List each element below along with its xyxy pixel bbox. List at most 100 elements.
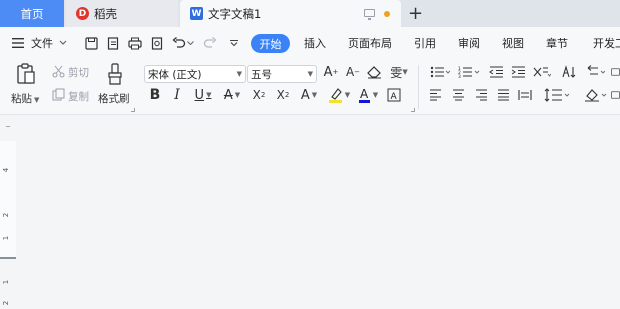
menu-bar: 文件 开始 插入 页面布局 引用 审阅 视图 章节 开发工 bbox=[0, 27, 620, 59]
svg-text:3: 3 bbox=[458, 74, 461, 78]
font-name-select[interactable]: 宋体 (正文) ▼ bbox=[144, 65, 246, 83]
svg-text:A: A bbox=[360, 87, 369, 101]
menu-tab-view[interactable]: 视图 bbox=[502, 27, 524, 59]
paste-label: 粘贴 bbox=[11, 93, 32, 105]
grow-font-icon[interactable]: A + bbox=[323, 64, 339, 80]
menu-tab-insert-label: 插入 bbox=[304, 37, 326, 50]
menu-tab-review-label: 审阅 bbox=[458, 37, 480, 50]
cut-label[interactable]: 剪切 bbox=[68, 65, 89, 80]
scissors-icon[interactable] bbox=[51, 64, 65, 78]
bullet-list-icon[interactable] bbox=[429, 65, 451, 79]
font-size-value: 五号 bbox=[251, 68, 272, 81]
numbered-list-icon[interactable]: 123 bbox=[457, 65, 481, 79]
ruler-margin-marker[interactable] bbox=[0, 257, 16, 259]
ruler-tick bbox=[6, 126, 10, 127]
ruler-number: 4 bbox=[2, 167, 11, 173]
ruler-number: 2 bbox=[2, 212, 11, 218]
menu-tab-start[interactable]: 开始 bbox=[251, 34, 290, 53]
new-tab-plus-icon[interactable]: + bbox=[408, 3, 423, 24]
tab-home[interactable]: 首页 bbox=[0, 0, 64, 27]
format-painter-icon[interactable] bbox=[105, 62, 125, 86]
save-icon[interactable] bbox=[84, 36, 98, 50]
subscript-icon[interactable]: X2 bbox=[274, 87, 292, 103]
menu-tab-developer-label: 开发工 bbox=[593, 37, 620, 50]
justify-icon[interactable] bbox=[495, 87, 511, 103]
menu-tab-references[interactable]: 引用 bbox=[414, 27, 436, 59]
title-tab-bar: 首页 D 稻壳 W 文字文稿1 + bbox=[0, 0, 620, 27]
font-launcher-icon[interactable] bbox=[411, 108, 415, 112]
file-menu[interactable]: 文件 bbox=[12, 27, 67, 59]
export-pdf-icon[interactable] bbox=[106, 36, 120, 50]
copy-label[interactable]: 复制 bbox=[68, 89, 89, 104]
shading-icon[interactable] bbox=[583, 87, 609, 103]
align-left-icon[interactable] bbox=[427, 87, 443, 103]
menu-tab-insert[interactable]: 插入 bbox=[304, 27, 326, 59]
sort-icon[interactable] bbox=[560, 64, 578, 80]
menu-tab-page-layout[interactable]: 页面布局 bbox=[348, 27, 392, 59]
undo-icon[interactable] bbox=[172, 36, 186, 50]
menu-tab-page-layout-label: 页面布局 bbox=[348, 37, 392, 50]
menu-tab-developer[interactable]: 开发工 bbox=[593, 27, 620, 59]
clear-format-icon[interactable] bbox=[366, 64, 382, 80]
group-divider bbox=[418, 65, 419, 109]
redo-icon[interactable] bbox=[203, 36, 217, 50]
ruler-number: 1 bbox=[2, 235, 11, 241]
menu-tab-references-label: 引用 bbox=[414, 37, 436, 50]
vertical-ruler: 4 2 1 1 2 bbox=[0, 116, 16, 309]
chevron-down-icon bbox=[59, 40, 67, 45]
customize-toolbar-icon[interactable] bbox=[227, 36, 241, 50]
print-icon[interactable] bbox=[128, 36, 142, 50]
superscript-icon[interactable]: X2 bbox=[250, 87, 268, 103]
tab-daoke[interactable]: D 稻壳 bbox=[66, 0, 178, 27]
file-menu-label: 文件 bbox=[31, 37, 53, 50]
svg-text:A: A bbox=[391, 92, 398, 102]
shrink-font-icon[interactable]: A − bbox=[345, 64, 361, 80]
hamburger-icon bbox=[12, 38, 24, 48]
chinese-layout-icon[interactable] bbox=[532, 64, 552, 80]
document-canvas[interactable] bbox=[0, 116, 620, 309]
char-border-icon[interactable]: A bbox=[386, 87, 402, 103]
italic-icon[interactable]: I bbox=[170, 87, 184, 103]
copy-icon[interactable] bbox=[51, 87, 65, 101]
menu-tab-sections-label: 章节 bbox=[546, 37, 568, 50]
menu-tab-start-label: 开始 bbox=[259, 37, 282, 51]
font-name-value: 宋体 (正文) bbox=[148, 68, 202, 81]
wps-writer-icon: W bbox=[190, 7, 203, 20]
tab-daoke-label: 稻壳 bbox=[94, 6, 117, 21]
table-icon[interactable] bbox=[611, 64, 620, 80]
underline-icon[interactable]: U ▼ bbox=[192, 87, 214, 103]
format-painter-label[interactable]: 格式刷 bbox=[98, 91, 130, 106]
ruler-number: 2 bbox=[2, 300, 11, 306]
border-icon[interactable] bbox=[611, 87, 620, 103]
unsaved-dot-icon bbox=[384, 11, 390, 17]
text-effect-icon[interactable]: A ▼ bbox=[297, 87, 321, 103]
tab-document-label: 文字文稿1 bbox=[208, 6, 262, 21]
decrease-indent-icon[interactable] bbox=[488, 65, 504, 79]
ribbon-toolbar: 粘贴 ▼ 剪切 复制 格式刷 宋体 (正文) ▼ 五号 ▼ A + A − 雯 ▼ B I … bbox=[0, 59, 620, 164]
highlight-color-icon[interactable]: ▼ bbox=[326, 86, 352, 104]
align-right-icon[interactable] bbox=[473, 87, 489, 103]
font-size-select[interactable]: 五号 ▼ bbox=[247, 65, 317, 83]
font-color-icon[interactable]: A ▼ bbox=[356, 86, 380, 104]
undo-dropdown-icon[interactable] bbox=[186, 36, 194, 50]
tab-home-label: 首页 bbox=[20, 6, 44, 21]
print-preview-icon[interactable] bbox=[150, 36, 164, 50]
distributed-align-icon[interactable] bbox=[517, 87, 533, 103]
strikethrough-icon[interactable]: A ▼ bbox=[220, 87, 244, 103]
increase-indent-icon[interactable] bbox=[510, 65, 526, 79]
menu-tab-sections[interactable]: 章节 bbox=[546, 27, 568, 59]
show-marks-icon[interactable] bbox=[584, 64, 606, 80]
menu-tab-review[interactable]: 审阅 bbox=[458, 27, 480, 59]
ruler-number: 1 bbox=[2, 279, 11, 285]
paste-button[interactable]: 粘贴 ▼ bbox=[11, 91, 39, 106]
menu-tab-view-label: 视图 bbox=[502, 37, 524, 50]
phonetic-guide-icon[interactable]: 雯 ▼ bbox=[389, 63, 409, 81]
clipboard-launcher-icon[interactable] bbox=[131, 108, 135, 112]
daoke-logo-icon: D bbox=[76, 7, 89, 20]
bold-icon[interactable]: B bbox=[148, 87, 162, 103]
chevron-down-icon: ▼ bbox=[307, 70, 313, 78]
monitor-icon[interactable] bbox=[364, 9, 375, 20]
align-center-icon[interactable] bbox=[450, 87, 466, 103]
paste-icon[interactable] bbox=[15, 62, 37, 86]
line-spacing-icon[interactable] bbox=[543, 87, 571, 103]
